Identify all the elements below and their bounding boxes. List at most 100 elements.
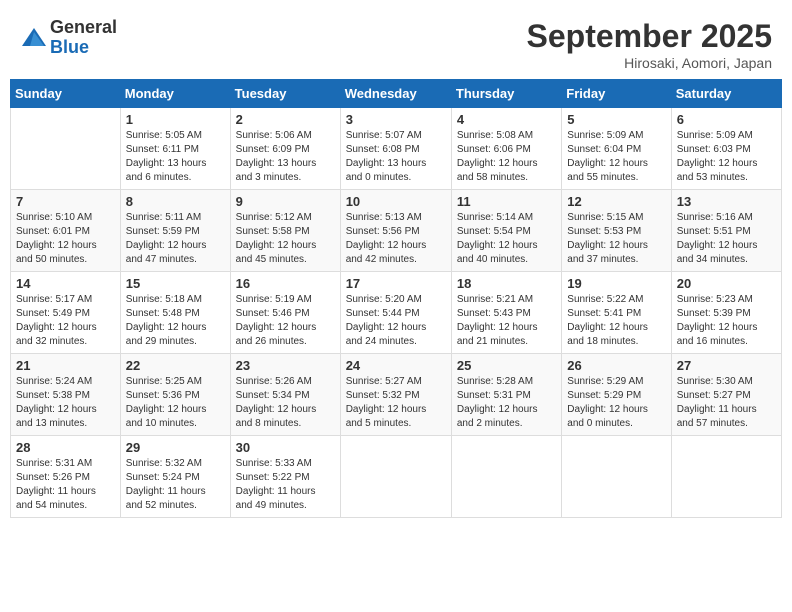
calendar-cell: 2 Sunrise: 5:06 AMSunset: 6:09 PMDaylight…	[230, 108, 340, 190]
calendar-cell: 10Sunrise: 5:13 AMSunset: 5:56 PMDayligh…	[340, 190, 451, 272]
calendar-cell: 17 Sunrise: 5:20 AMSunset: 5:44 PMDayligh…	[340, 272, 451, 354]
day-number: 9	[236, 194, 335, 209]
day-number: 30	[236, 440, 335, 455]
calendar-table: SundayMondayTuesdayWednesdayThursdayFrid…	[10, 79, 782, 518]
calendar-cell: 18 Sunrise: 5:21 AMSunset: 5:43 PMDayligh…	[451, 272, 561, 354]
day-number: 2	[236, 112, 335, 127]
day-number: 22	[126, 358, 225, 373]
weekday-header-wednesday: Wednesday	[340, 80, 451, 108]
calendar-week-row: 28Sunrise: 5:31 AMSunset: 5:26 PMDayligh…	[11, 436, 782, 518]
logo-blue-text: Blue	[50, 38, 117, 58]
cell-content: Sunrise: 5:09 AMSunset: 6:04 PMDaylight:…	[567, 129, 665, 185]
weekday-header-tuesday: Tuesday	[230, 80, 340, 108]
day-number: 5	[567, 112, 665, 127]
cell-content: Sunrise: 5:25 AMSunset: 5:36 PMDaylight:…	[126, 375, 225, 431]
calendar-cell: 15Sunrise: 5:18 AMSunset: 5:48 PMDayligh…	[120, 272, 230, 354]
calendar-cell: 27Sunrise: 5:30 AMSunset: 5:27 PMDayligh…	[671, 354, 781, 436]
day-number: 29	[126, 440, 225, 455]
cell-content: Sunrise: 5:29 AMSunset: 5:29 PMDaylight:…	[567, 375, 665, 431]
cell-content: Sunrise: 5:30 AMSunset: 5:27 PMDaylight:…	[677, 375, 776, 431]
day-number: 23	[236, 358, 335, 373]
day-number: 13	[677, 194, 776, 209]
cell-content: Sunrise: 5:09 AMSunset: 6:03 PMDaylight:…	[677, 129, 776, 185]
day-number: 8	[126, 194, 225, 209]
day-number: 17	[346, 276, 446, 291]
calendar-cell	[11, 108, 121, 190]
cell-content: Sunrise: 5:12 AMSunset: 5:58 PMDaylight:…	[236, 211, 335, 267]
day-number: 21	[16, 358, 115, 373]
cell-content: Sunrise: 5:18 AMSunset: 5:48 PMDaylight:…	[126, 293, 225, 349]
cell-content: Sunrise: 5:22 AMSunset: 5:41 PMDaylight:…	[567, 293, 665, 349]
cell-content: Sunrise: 5:06 AMSunset: 6:09 PMDaylight:…	[236, 129, 335, 185]
weekday-header-thursday: Thursday	[451, 80, 561, 108]
weekday-header-monday: Monday	[120, 80, 230, 108]
title-block: September 2025 Hirosaki, Aomori, Japan	[527, 18, 772, 71]
calendar-week-row: 7 Sunrise: 5:10 AMSunset: 6:01 PMDaylight…	[11, 190, 782, 272]
calendar-cell	[340, 436, 451, 518]
day-number: 24	[346, 358, 446, 373]
logo-general-text: General	[50, 18, 117, 38]
calendar-week-row: 14 Sunrise: 5:17 AMSunset: 5:49 PMDayligh…	[11, 272, 782, 354]
calendar-cell: 28Sunrise: 5:31 AMSunset: 5:26 PMDayligh…	[11, 436, 121, 518]
month-title: September 2025	[527, 18, 772, 55]
day-number: 20	[677, 276, 776, 291]
weekday-header-saturday: Saturday	[671, 80, 781, 108]
calendar-cell	[671, 436, 781, 518]
day-number: 6	[677, 112, 776, 127]
day-number: 14	[16, 276, 115, 291]
day-number: 25	[457, 358, 556, 373]
cell-content: Sunrise: 5:07 AMSunset: 6:08 PMDaylight:…	[346, 129, 446, 185]
calendar-cell: 30Sunrise: 5:33 AMSunset: 5:22 PMDayligh…	[230, 436, 340, 518]
cell-content: Sunrise: 5:26 AMSunset: 5:34 PMDaylight:…	[236, 375, 335, 431]
cell-content: Sunrise: 5:15 AMSunset: 5:53 PMDaylight:…	[567, 211, 665, 267]
day-number: 7	[16, 194, 115, 209]
calendar-cell: 8 Sunrise: 5:11 AMSunset: 5:59 PMDaylight…	[120, 190, 230, 272]
calendar-cell: 20Sunrise: 5:23 AMSunset: 5:39 PMDayligh…	[671, 272, 781, 354]
cell-content: Sunrise: 5:28 AMSunset: 5:31 PMDaylight:…	[457, 375, 556, 431]
cell-content: Sunrise: 5:21 AMSunset: 5:43 PMDaylight:…	[457, 293, 556, 349]
calendar-cell: 26 Sunrise: 5:29 AMSunset: 5:29 PMDayligh…	[562, 354, 671, 436]
calendar-cell: 23 Sunrise: 5:26 AMSunset: 5:34 PMDayligh…	[230, 354, 340, 436]
calendar-week-row: 21 Sunrise: 5:24 AMSunset: 5:38 PMDayligh…	[11, 354, 782, 436]
calendar-cell: 13 Sunrise: 5:16 AMSunset: 5:51 PMDayligh…	[671, 190, 781, 272]
calendar-cell: 19Sunrise: 5:22 AMSunset: 5:41 PMDayligh…	[562, 272, 671, 354]
weekday-header-sunday: Sunday	[11, 80, 121, 108]
cell-content: Sunrise: 5:14 AMSunset: 5:54 PMDaylight:…	[457, 211, 556, 267]
calendar-cell: 22 Sunrise: 5:25 AMSunset: 5:36 PMDayligh…	[120, 354, 230, 436]
calendar-cell: 9 Sunrise: 5:12 AMSunset: 5:58 PMDaylight…	[230, 190, 340, 272]
calendar-cell: 6 Sunrise: 5:09 AMSunset: 6:03 PMDaylight…	[671, 108, 781, 190]
logo-icon	[20, 24, 48, 52]
calendar-cell: 3 Sunrise: 5:07 AMSunset: 6:08 PMDaylight…	[340, 108, 451, 190]
cell-content: Sunrise: 5:13 AMSunset: 5:56 PMDaylight:…	[346, 211, 446, 267]
calendar-week-row: 1Sunrise: 5:05 AMSunset: 6:11 PMDaylight…	[11, 108, 782, 190]
cell-content: Sunrise: 5:32 AMSunset: 5:24 PMDaylight:…	[126, 457, 225, 513]
calendar-cell: 1Sunrise: 5:05 AMSunset: 6:11 PMDaylight…	[120, 108, 230, 190]
calendar-cell: 21 Sunrise: 5:24 AMSunset: 5:38 PMDayligh…	[11, 354, 121, 436]
calendar-cell: 4Sunrise: 5:08 AMSunset: 6:06 PMDaylight…	[451, 108, 561, 190]
calendar-cell: 16Sunrise: 5:19 AMSunset: 5:46 PMDayligh…	[230, 272, 340, 354]
calendar-cell: 11 Sunrise: 5:14 AMSunset: 5:54 PMDayligh…	[451, 190, 561, 272]
cell-content: Sunrise: 5:24 AMSunset: 5:38 PMDaylight:…	[16, 375, 115, 431]
day-number: 12	[567, 194, 665, 209]
cell-content: Sunrise: 5:27 AMSunset: 5:32 PMDaylight:…	[346, 375, 446, 431]
calendar-cell: 7 Sunrise: 5:10 AMSunset: 6:01 PMDaylight…	[11, 190, 121, 272]
calendar-cell: 14 Sunrise: 5:17 AMSunset: 5:49 PMDayligh…	[11, 272, 121, 354]
cell-content: Sunrise: 5:20 AMSunset: 5:44 PMDaylight:…	[346, 293, 446, 349]
cell-content: Sunrise: 5:19 AMSunset: 5:46 PMDaylight:…	[236, 293, 335, 349]
day-number: 18	[457, 276, 556, 291]
calendar-cell	[451, 436, 561, 518]
calendar-cell: 5 Sunrise: 5:09 AMSunset: 6:04 PMDaylight…	[562, 108, 671, 190]
cell-content: Sunrise: 5:16 AMSunset: 5:51 PMDaylight:…	[677, 211, 776, 267]
calendar-cell	[562, 436, 671, 518]
weekday-header-row: SundayMondayTuesdayWednesdayThursdayFrid…	[11, 80, 782, 108]
day-number: 11	[457, 194, 556, 209]
day-number: 3	[346, 112, 446, 127]
cell-content: Sunrise: 5:10 AMSunset: 6:01 PMDaylight:…	[16, 211, 115, 267]
day-number: 26	[567, 358, 665, 373]
cell-content: Sunrise: 5:17 AMSunset: 5:49 PMDaylight:…	[16, 293, 115, 349]
day-number: 4	[457, 112, 556, 127]
weekday-header-friday: Friday	[562, 80, 671, 108]
logo: General Blue	[20, 18, 117, 58]
cell-content: Sunrise: 5:11 AMSunset: 5:59 PMDaylight:…	[126, 211, 225, 267]
cell-content: Sunrise: 5:31 AMSunset: 5:26 PMDaylight:…	[16, 457, 115, 513]
